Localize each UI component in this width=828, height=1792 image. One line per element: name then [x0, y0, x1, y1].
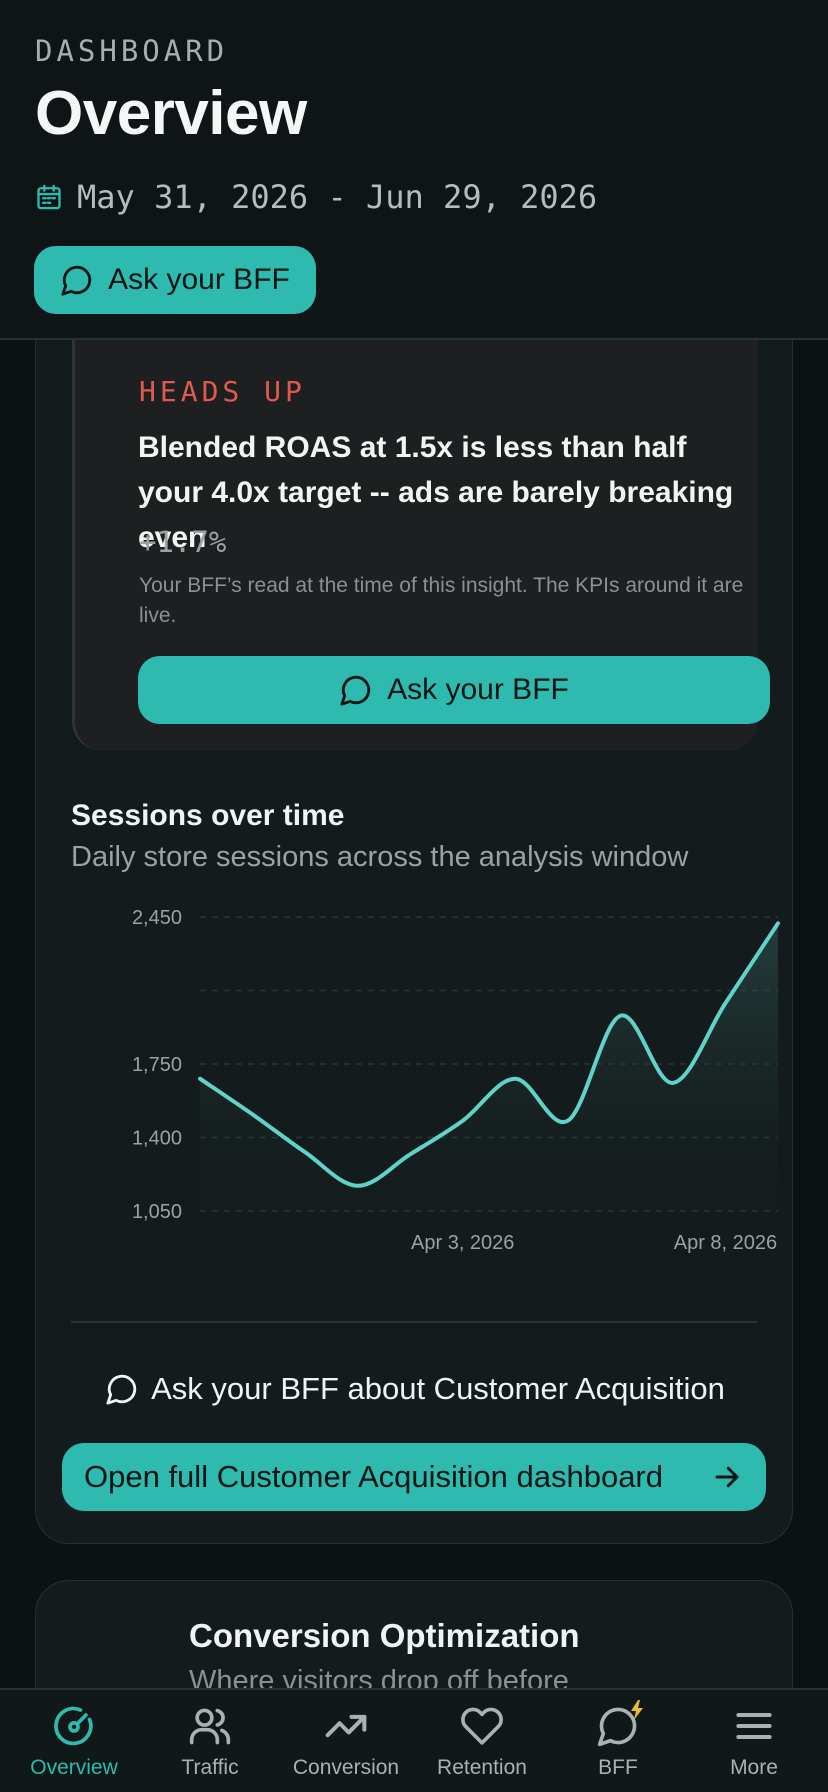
header-ask-bff-label: Ask your BFF: [108, 263, 290, 296]
chat-icon: [106, 1374, 137, 1405]
alert-ask-bff-button[interactable]: Ask your BFF: [138, 656, 770, 724]
open-dashboard-label: Open full Customer Acquisition dashboard: [84, 1459, 663, 1494]
users-icon: [189, 1708, 231, 1745]
nav-bff[interactable]: BFF: [550, 1690, 686, 1792]
alert-ask-bff-label: Ask your BFF: [387, 673, 569, 706]
open-dashboard-button[interactable]: Open full Customer Acquisition dashboard: [62, 1443, 766, 1511]
nav-label-bff: BFF: [598, 1756, 638, 1779]
bottom-nav: Overview Traffic Conversion Retention BF…: [0, 1688, 828, 1792]
bolt-icon: [631, 1700, 643, 1720]
nav-conversion[interactable]: Conversion: [278, 1690, 414, 1792]
chart-title: Sessions over time: [71, 799, 345, 832]
arrow-right-icon: [715, 1466, 739, 1488]
alert-label: HEADS UP: [139, 375, 306, 408]
y-tick-label: 1,050: [132, 1201, 182, 1223]
x-tick-label: Apr 8, 2026: [674, 1232, 777, 1254]
nav-label-overview: Overview: [30, 1756, 118, 1779]
chat-icon: [340, 675, 371, 706]
y-tick-label: 1,400: [132, 1128, 182, 1150]
page-eyebrow: DASHBOARD: [35, 34, 229, 68]
ask-bff-topic-link[interactable]: Ask your BFF about Customer Acquisition: [36, 1371, 794, 1407]
nav-overview[interactable]: Overview: [6, 1690, 142, 1792]
x-tick-label: Apr 3, 2026: [411, 1232, 514, 1254]
nav-retention[interactable]: Retention: [414, 1690, 550, 1792]
page-title: Overview: [35, 79, 307, 148]
gauge-icon: [54, 1706, 93, 1746]
menu-icon: [736, 1712, 772, 1740]
nav-label-retention: Retention: [437, 1756, 527, 1779]
nav-traffic[interactable]: Traffic: [142, 1690, 278, 1792]
customer-acquisition-card: HEADS UP Blended ROAS at 1.5x is less th…: [35, 250, 793, 1544]
date-range-text: May 31, 2026 - Jun 29, 2026: [77, 178, 598, 216]
y-tick-label: 2,450: [132, 907, 182, 929]
chart-subtitle: Daily store sessions across the analysis…: [71, 841, 689, 873]
nav-label-conversion: Conversion: [292, 1756, 400, 1779]
sessions-chart: 1,050 1,400 1,750 2,450 Apr 3, 2026 Apr 8, 2…: [132, 907, 780, 1254]
nav-label-more: More: [730, 1756, 778, 1779]
alert-title: Blended ROAS at 1.5x is less than half y…: [138, 431, 734, 554]
nav-label-traffic: Traffic: [181, 1756, 239, 1779]
ask-bff-topic-label: Ask your BFF about Customer Acquisition: [151, 1371, 725, 1406]
alert-delta: +1.7%: [139, 525, 227, 559]
trend-up-icon: [325, 1714, 367, 1738]
heart-icon: [461, 1707, 503, 1745]
conversion-title: Conversion Optimization: [189, 1617, 580, 1654]
chat-icon: [61, 265, 92, 296]
calendar-icon: [37, 184, 61, 210]
nav-more[interactable]: More: [686, 1690, 822, 1792]
y-tick-label: 1,750: [132, 1054, 182, 1076]
section-divider: [71, 1321, 757, 1323]
page-header: DASHBOARD Overview May 31, 2026 - Jun 29…: [0, 0, 828, 340]
alert-note: Your BFF’s read at the time of this insi…: [139, 574, 744, 627]
header-ask-bff-button[interactable]: Ask your BFF: [34, 246, 316, 314]
date-range-picker[interactable]: May 31, 2026 - Jun 29, 2026: [35, 178, 597, 216]
